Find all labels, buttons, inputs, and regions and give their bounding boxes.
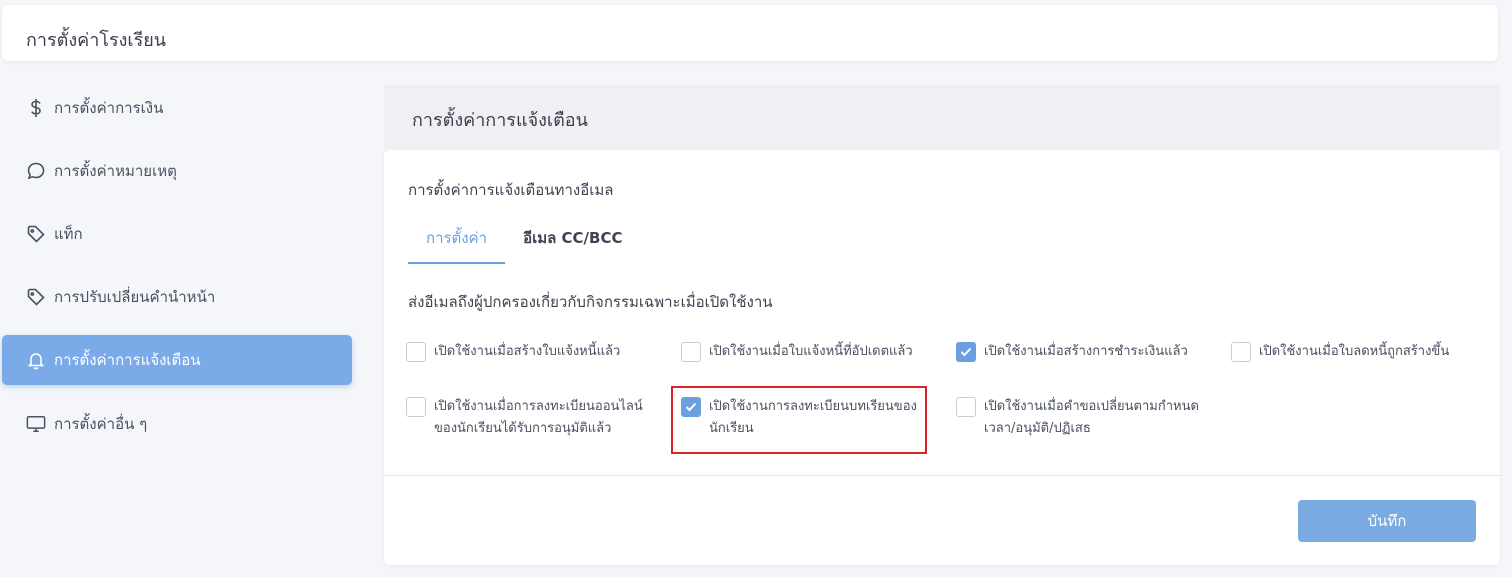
section-title: การตั้งค่าการแจ้งเตือน — [412, 110, 588, 131]
checkbox-checked[interactable] — [956, 342, 976, 362]
option-label: เปิดใช้งานเมื่อสร้างใบแจ้งหนี้แล้ว — [434, 344, 621, 359]
sidebar-item-label: การตั้งค่าการเงิน — [54, 99, 164, 117]
tag-icon — [26, 224, 46, 244]
sidebar-item-notifications[interactable]: การตั้งค่าการแจ้งเตือน — [2, 335, 352, 385]
tab-email-cc-bcc[interactable]: อีเมล CC/BCC — [505, 222, 640, 264]
sidebar-item-label: การปรับเปลี่ยนคำนำหน้า — [54, 288, 216, 306]
sidebar-item-label: การตั้งค่าอื่น ๆ — [54, 415, 148, 433]
checkbox[interactable] — [406, 342, 426, 362]
checkbox[interactable] — [681, 342, 701, 362]
sidebar-item-prefix[interactable]: การปรับเปลี่ยนคำนำหน้า — [2, 272, 352, 322]
card-title: การตั้งค่าการแจ้งเตือนทางอีเมล — [408, 181, 614, 199]
dollar-icon — [26, 98, 46, 118]
save-button[interactable]: บันทึก — [1298, 500, 1476, 542]
section-header: การตั้งค่าการแจ้งเตือน — [384, 85, 1500, 149]
option-payment-created[interactable]: เปิดใช้งานเมื่อสร้างการชำระเงินแล้ว — [956, 341, 1188, 363]
option-label: เปิดใช้งานเมื่อคำขอเปลี่ยนตามกำหนด เวลา/… — [984, 399, 1199, 436]
sidebar-item-notes[interactable]: การตั้งค่าหมายเหตุ — [2, 146, 352, 196]
divider — [384, 475, 1500, 476]
checkbox[interactable] — [1231, 342, 1251, 362]
option-online-registration-approved[interactable]: เปิดใช้งานเมื่อการลงทะเบียนออนไลน์ ของนั… — [406, 396, 643, 440]
sidebar-item-label: การตั้งค่าหมายเหตุ — [54, 162, 177, 180]
bell-icon — [26, 350, 46, 370]
option-label: เปิดใช้งานเมื่อการลงทะเบียนออนไลน์ ของนั… — [434, 399, 643, 436]
sidebar-item-label: การตั้งค่าการแจ้งเตือน — [54, 351, 201, 369]
checkbox[interactable] — [406, 397, 426, 417]
notification-settings-card: การตั้งค่าการแจ้งเตือนทางอีเมล การตั้งค่… — [384, 150, 1500, 565]
option-credit-note-created[interactable]: เปิดใช้งานเมื่อใบลดหนี้ถูกสร้างขึ้น — [1231, 341, 1449, 363]
tag-icon — [26, 287, 46, 307]
page-header: การตั้งค่าโรงเรียน — [2, 5, 1498, 61]
check-icon — [960, 347, 972, 357]
sidebar-item-finance[interactable]: การตั้งค่าการเงิน — [2, 83, 352, 133]
page-title: การตั้งค่าโรงเรียน — [26, 30, 167, 51]
option-invoice-updated[interactable]: เปิดใช้งานเมื่อใบแจ้งหนี้ที่อัปเดตแล้ว — [681, 341, 913, 363]
tabs: การตั้งค่า อีเมล CC/BCC — [408, 222, 640, 264]
option-label: เปิดใช้งานเมื่อใบแจ้งหนี้ที่อัปเดตแล้ว — [709, 344, 913, 359]
option-invoice-created[interactable]: เปิดใช้งานเมื่อสร้างใบแจ้งหนี้แล้ว — [406, 341, 620, 363]
options-description: ส่งอีเมลถึงผู้ปกครองเกี่ยวกับกิจกรรมเฉพา… — [408, 293, 773, 311]
option-label: เปิดใช้งานเมื่อสร้างการชำระเงินแล้ว — [984, 344, 1188, 359]
chat-bubble-icon — [26, 161, 46, 181]
option-schedule-change-request[interactable]: เปิดใช้งานเมื่อคำขอเปลี่ยนตามกำหนด เวลา/… — [956, 396, 1199, 440]
sidebar-item-label: แท็ก — [54, 225, 83, 243]
checkbox[interactable] — [956, 397, 976, 417]
sidebar-item-other[interactable]: การตั้งค่าอื่น ๆ — [2, 399, 352, 449]
option-label: เปิดใช้งานเมื่อใบลดหนี้ถูกสร้างขึ้น — [1259, 344, 1450, 359]
highlight-box — [671, 386, 927, 454]
sidebar-item-tags[interactable]: แท็ก — [2, 209, 352, 259]
tab-settings[interactable]: การตั้งค่า — [408, 222, 506, 264]
monitor-icon — [26, 414, 46, 434]
